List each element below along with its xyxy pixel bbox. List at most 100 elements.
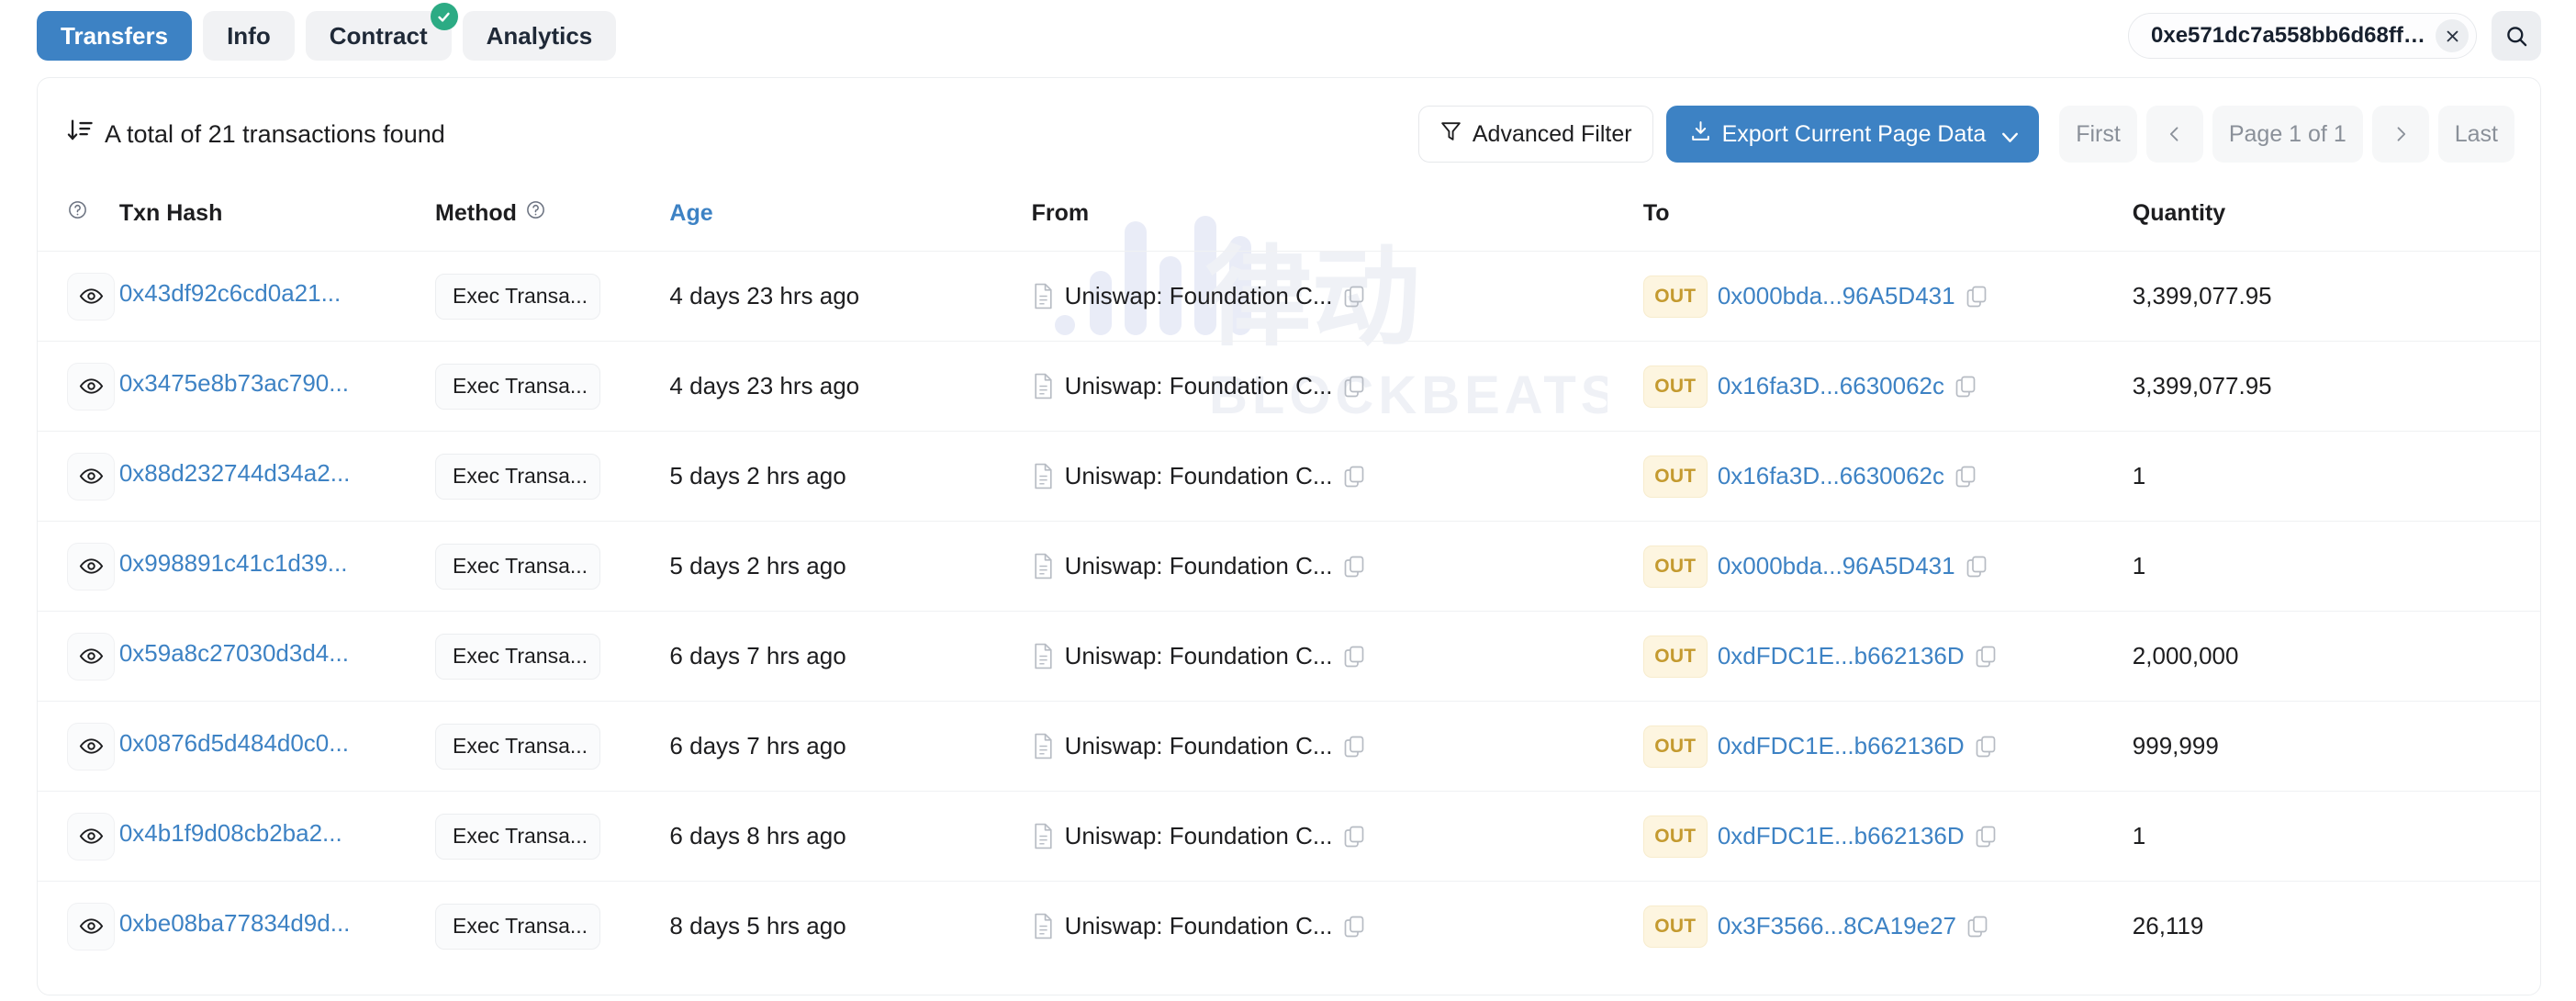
- txn-hash-link[interactable]: 0x43df92c6cd0a21...: [119, 279, 341, 308]
- cell-quantity: 26,119: [2132, 881, 2540, 972]
- address-filter-chip[interactable]: 0xe571dc7a558bb6d68ffe2...: [2128, 13, 2477, 59]
- from-address-label[interactable]: Uniswap: Foundation C...: [1065, 552, 1333, 580]
- pagination-next-button[interactable]: [2371, 106, 2429, 163]
- method-pill[interactable]: Exec Transa...: [435, 273, 601, 320]
- cell-method: Exec Transa...: [435, 431, 670, 522]
- copy-icon[interactable]: [1975, 825, 1997, 848]
- txn-hash-link[interactable]: 0x0876d5d484d0c0...: [119, 729, 349, 758]
- pagination: First Page 1 of 1 Last: [2059, 106, 2514, 163]
- search-icon[interactable]: [2492, 11, 2541, 61]
- copy-icon[interactable]: [1343, 555, 1365, 578]
- copy-icon[interactable]: [1966, 285, 1988, 308]
- cell-age: 6 days 7 hrs ago: [669, 701, 1032, 792]
- cell-method: Exec Transa...: [435, 701, 670, 792]
- copy-icon[interactable]: [1343, 645, 1365, 668]
- from-address-label[interactable]: Uniswap: Foundation C...: [1065, 822, 1333, 850]
- column-header-age[interactable]: Age: [669, 186, 1031, 252]
- table-body: 0x43df92c6cd0a21... Exec Transa... 4 days …: [38, 251, 2540, 972]
- column-label-txn-hash: Txn Hash: [118, 199, 223, 226]
- txn-hash-link[interactable]: 0x4b1f9d08cb2ba2...: [119, 819, 342, 848]
- copy-icon[interactable]: [1343, 375, 1365, 398]
- method-pill[interactable]: Exec Transa...: [435, 633, 601, 680]
- cell-age: 6 days 8 hrs ago: [669, 791, 1032, 882]
- txn-hash-link[interactable]: 0x998891c41c1d39...: [119, 549, 348, 578]
- txn-hash-link[interactable]: 0x59a8c27030d3d4...: [119, 639, 349, 668]
- table-header: Txn Hash Method Age From To Quantity: [38, 186, 2540, 252]
- copy-icon[interactable]: [1975, 645, 1997, 668]
- tab-info[interactable]: Info: [203, 11, 295, 61]
- contract-document-icon: [1032, 463, 1055, 489]
- copy-icon[interactable]: [1966, 915, 1988, 938]
- eye-icon[interactable]: [67, 722, 115, 770]
- method-pill[interactable]: Exec Transa...: [435, 723, 601, 770]
- cell-quantity: 1: [2132, 791, 2540, 882]
- cell-eye: [38, 881, 119, 972]
- eye-icon[interactable]: [67, 362, 115, 411]
- copy-icon[interactable]: [1343, 285, 1365, 308]
- tab-transfers[interactable]: Transfers: [37, 11, 193, 61]
- cell-to: OUT 0xdFDC1E...b662136D: [1642, 701, 2133, 792]
- eye-icon[interactable]: [67, 902, 115, 950]
- from-address-label[interactable]: Uniswap: Foundation C...: [1065, 732, 1333, 760]
- copy-icon[interactable]: [1343, 465, 1365, 488]
- help-icon[interactable]: [525, 199, 546, 227]
- from-address-label[interactable]: Uniswap: Foundation C...: [1065, 912, 1333, 940]
- cell-method: Exec Transa...: [435, 791, 670, 882]
- table-row: 0x88d232744d34a2... Exec Transa... 5 days …: [38, 431, 2540, 522]
- from-address-label[interactable]: Uniswap: Foundation C...: [1065, 642, 1333, 670]
- from-address-label[interactable]: Uniswap: Foundation C...: [1065, 282, 1333, 310]
- to-address-link[interactable]: 0xdFDC1E...b662136D: [1718, 642, 1965, 670]
- export-current-page-data-button[interactable]: Export Current Page Data: [1665, 106, 2040, 163]
- copy-icon[interactable]: [1966, 555, 1988, 578]
- txn-hash-link[interactable]: 0x3475e8b73ac790...: [119, 369, 349, 398]
- copy-icon[interactable]: [1954, 465, 1977, 488]
- cell-from: Uniswap: Foundation C...: [1031, 791, 1643, 882]
- close-icon[interactable]: [2436, 19, 2469, 52]
- method-pill[interactable]: Exec Transa...: [435, 543, 601, 590]
- tab-analytics[interactable]: Analytics: [462, 11, 617, 61]
- eye-icon[interactable]: [67, 542, 115, 590]
- cell-quantity: 2,000,000: [2132, 611, 2540, 702]
- to-address-link[interactable]: 0x16fa3D...6630062c: [1718, 372, 1944, 400]
- advanced-filter-button[interactable]: Advanced Filter: [1417, 106, 1653, 163]
- cell-eye: [38, 341, 119, 432]
- method-pill[interactable]: Exec Transa...: [435, 813, 601, 860]
- cell-to: OUT 0x16fa3D...6630062c: [1642, 341, 2133, 432]
- cell-method: Exec Transa...: [435, 611, 670, 702]
- copy-icon[interactable]: [1954, 375, 1977, 398]
- eye-icon[interactable]: [67, 452, 115, 500]
- to-address-link[interactable]: 0xdFDC1E...b662136D: [1718, 732, 1965, 760]
- copy-icon[interactable]: [1343, 735, 1365, 758]
- pagination-last-button[interactable]: Last: [2437, 106, 2514, 163]
- eye-icon[interactable]: [67, 632, 115, 680]
- to-address-link[interactable]: 0xdFDC1E...b662136D: [1718, 822, 1965, 850]
- top-tab-bar: Transfers Info Contract Analytics 0xe571dc7…: [0, 0, 2576, 72]
- copy-icon[interactable]: [1975, 735, 1997, 758]
- from-address-label[interactable]: Uniswap: Foundation C...: [1065, 372, 1333, 400]
- method-pill[interactable]: Exec Transa...: [435, 903, 601, 950]
- pagination-prev-button[interactable]: [2145, 106, 2203, 163]
- cell-quantity: 1: [2132, 431, 2540, 522]
- to-address-link[interactable]: 0x000bda...96A5D431: [1718, 282, 1955, 310]
- cell-to: OUT 0x3F3566...8CA19e27: [1642, 881, 2133, 972]
- method-pill[interactable]: Exec Transa...: [435, 363, 601, 410]
- to-address-link[interactable]: 0x3F3566...8CA19e27: [1718, 912, 1956, 940]
- quantity-value: 2,000,000: [2132, 642, 2239, 669]
- quantity-value: 26,119: [2132, 912, 2204, 940]
- txn-hash-link[interactable]: 0x88d232744d34a2...: [119, 459, 351, 488]
- cell-eye: [38, 791, 119, 882]
- column-header-txn-hash: Txn Hash: [119, 186, 435, 252]
- method-pill[interactable]: Exec Transa...: [435, 453, 601, 500]
- copy-icon[interactable]: [1343, 915, 1365, 938]
- eye-icon[interactable]: [67, 812, 115, 860]
- pagination-first-button[interactable]: First: [2059, 106, 2137, 163]
- eye-icon[interactable]: [67, 272, 115, 321]
- from-address-label[interactable]: Uniswap: Foundation C...: [1065, 462, 1333, 490]
- copy-icon[interactable]: [1343, 825, 1365, 848]
- to-address-link[interactable]: 0x16fa3D...6630062c: [1718, 462, 1944, 490]
- txn-hash-link[interactable]: 0xbe08ba77834d9d...: [119, 909, 351, 938]
- help-icon[interactable]: [67, 200, 88, 226]
- to-address-link[interactable]: 0x000bda...96A5D431: [1718, 552, 1955, 580]
- cell-from: Uniswap: Foundation C...: [1031, 881, 1643, 972]
- tab-contract[interactable]: Contract: [305, 3, 458, 61]
